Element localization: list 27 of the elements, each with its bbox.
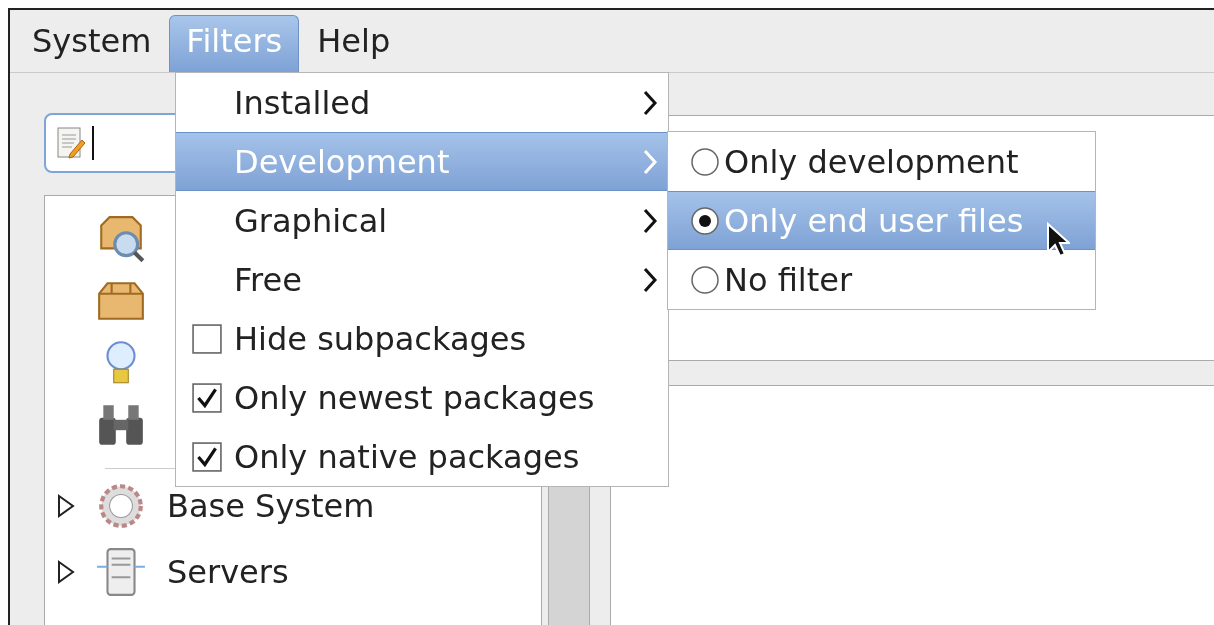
menu-item[interactable]: Installed (176, 73, 668, 132)
expander-icon[interactable] (55, 560, 75, 584)
menu-title[interactable]: System (16, 16, 168, 72)
menu-title[interactable]: Help (301, 16, 407, 72)
menu-item[interactable]: Free (176, 250, 668, 309)
menu-item[interactable]: No filter (668, 250, 1095, 309)
menu-item[interactable]: Only newest packages (176, 368, 668, 427)
chevron-right-icon (642, 206, 658, 235)
checkbox[interactable] (192, 323, 222, 354)
menu-item[interactable]: Only native packages (176, 427, 668, 486)
checkbox[interactable] (192, 382, 222, 413)
checkbox[interactable] (192, 441, 222, 472)
chevron-right-icon (642, 147, 658, 176)
menu-item[interactable]: Hide subpackages (176, 309, 668, 368)
radio-button[interactable] (690, 146, 720, 177)
chevron-right-icon (642, 265, 658, 294)
document-pencil-icon (56, 126, 86, 160)
mouse-pointer-icon (1046, 222, 1070, 258)
chevron-right-icon (642, 88, 658, 117)
radio-button[interactable] (690, 264, 720, 295)
tree-item[interactable]: Base System (167, 487, 375, 525)
radio-button[interactable] (690, 205, 720, 236)
tree-item[interactable]: Servers (167, 553, 289, 591)
menu-item[interactable]: Graphical (176, 191, 668, 250)
menu-item[interactable]: Only development (668, 132, 1095, 191)
server-icon (95, 546, 147, 598)
expander-icon[interactable] (55, 494, 75, 518)
